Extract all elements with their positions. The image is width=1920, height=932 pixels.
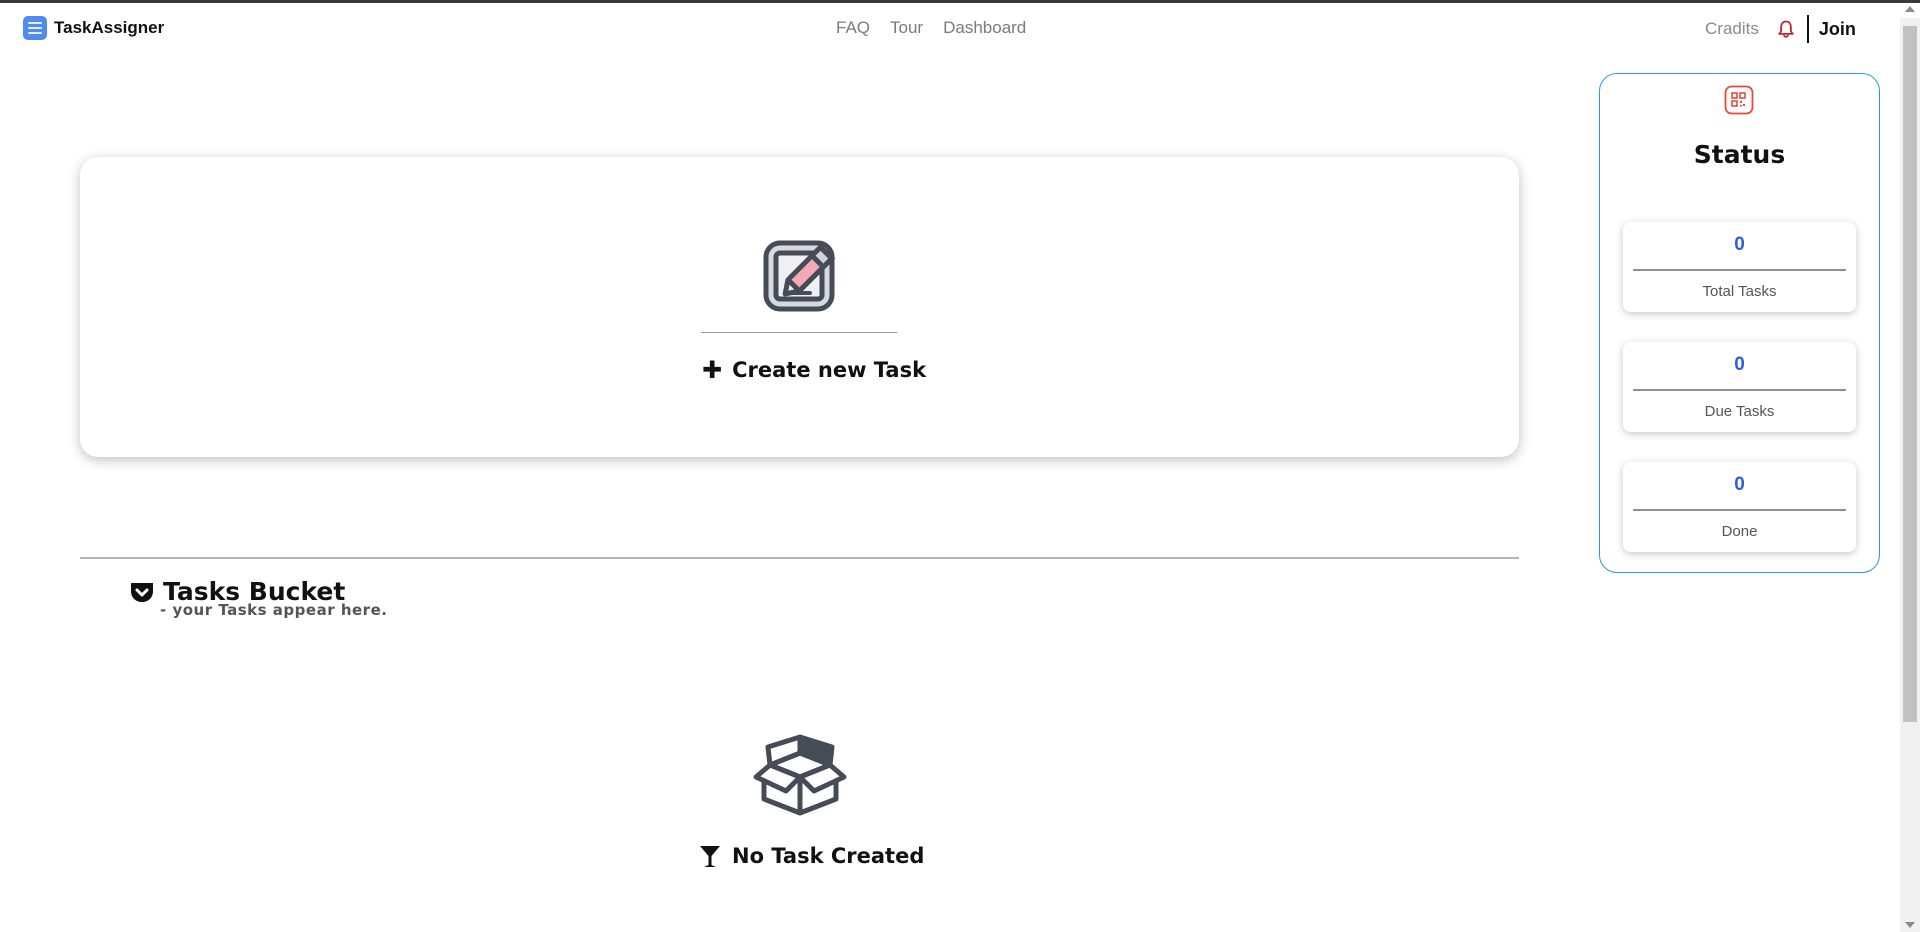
stat-divider: [1633, 389, 1846, 391]
stat-label: Done: [1721, 523, 1758, 540]
stat-card-total-tasks[interactable]: 0 Total Tasks: [1623, 222, 1856, 312]
create-task-button[interactable]: ✚ Create new Task: [702, 358, 926, 382]
create-divider: [701, 332, 897, 333]
nav-link-tour[interactable]: Tour: [890, 18, 923, 38]
status-panel: Status 0 Total Tasks 0 Due Tasks 0 Done: [1599, 73, 1880, 573]
tasks-bucket-subtitle: - your Tasks appear here.: [160, 601, 388, 619]
cocktail-glass-icon: [700, 846, 720, 867]
navbar: TaskAssigner FAQ Tour Dashboard Cradits …: [0, 3, 1898, 51]
nav-right: Cradits Join: [1705, 15, 1856, 43]
plus-icon: ✚: [702, 356, 723, 384]
stat-value: 0: [1734, 234, 1745, 255]
stat-divider: [1633, 509, 1846, 511]
scroll-down-arrow-icon[interactable]: [1905, 922, 1915, 928]
stat-card-done[interactable]: 0 Done: [1623, 462, 1856, 552]
nav-separator: [1806, 15, 1809, 43]
bell-icon[interactable]: [1777, 19, 1795, 39]
brand[interactable]: TaskAssigner: [23, 16, 164, 40]
nav-link-dashboard[interactable]: Dashboard: [943, 18, 1026, 38]
stat-divider: [1633, 269, 1846, 271]
open-box-icon: [753, 734, 847, 816]
nav-links: FAQ Tour Dashboard: [836, 18, 1026, 38]
scroll-up-arrow-icon[interactable]: [1905, 6, 1915, 12]
join-button[interactable]: Join: [1819, 19, 1856, 40]
pocket-icon: [131, 582, 153, 602]
empty-tasks-message: No Task Created: [698, 843, 924, 869]
brand-name: TaskAssigner: [54, 18, 165, 37]
brand-logo-icon: [23, 16, 47, 40]
stat-label: Due Tasks: [1704, 403, 1775, 420]
stat-value: 0: [1734, 354, 1745, 375]
qr-code-icon[interactable]: [1724, 85, 1754, 115]
empty-tasks-label: No Task Created: [732, 844, 925, 868]
section-divider: [80, 557, 1519, 559]
nav-link-credits[interactable]: Cradits: [1705, 19, 1759, 39]
scroll-thumb[interactable]: [1903, 26, 1917, 722]
edit-note-icon: [763, 240, 836, 312]
stat-card-due-tasks[interactable]: 0 Due Tasks: [1623, 342, 1856, 432]
status-title: Status: [1693, 140, 1786, 169]
stat-label: Total Tasks: [1702, 283, 1777, 300]
create-task-card[interactable]: ✚ Create new Task: [80, 157, 1519, 457]
page-scrollbar[interactable]: [1900, 6, 1920, 932]
stat-value: 0: [1734, 474, 1745, 495]
nav-link-faq[interactable]: FAQ: [836, 18, 870, 38]
create-task-label: Create new Task: [732, 358, 927, 382]
